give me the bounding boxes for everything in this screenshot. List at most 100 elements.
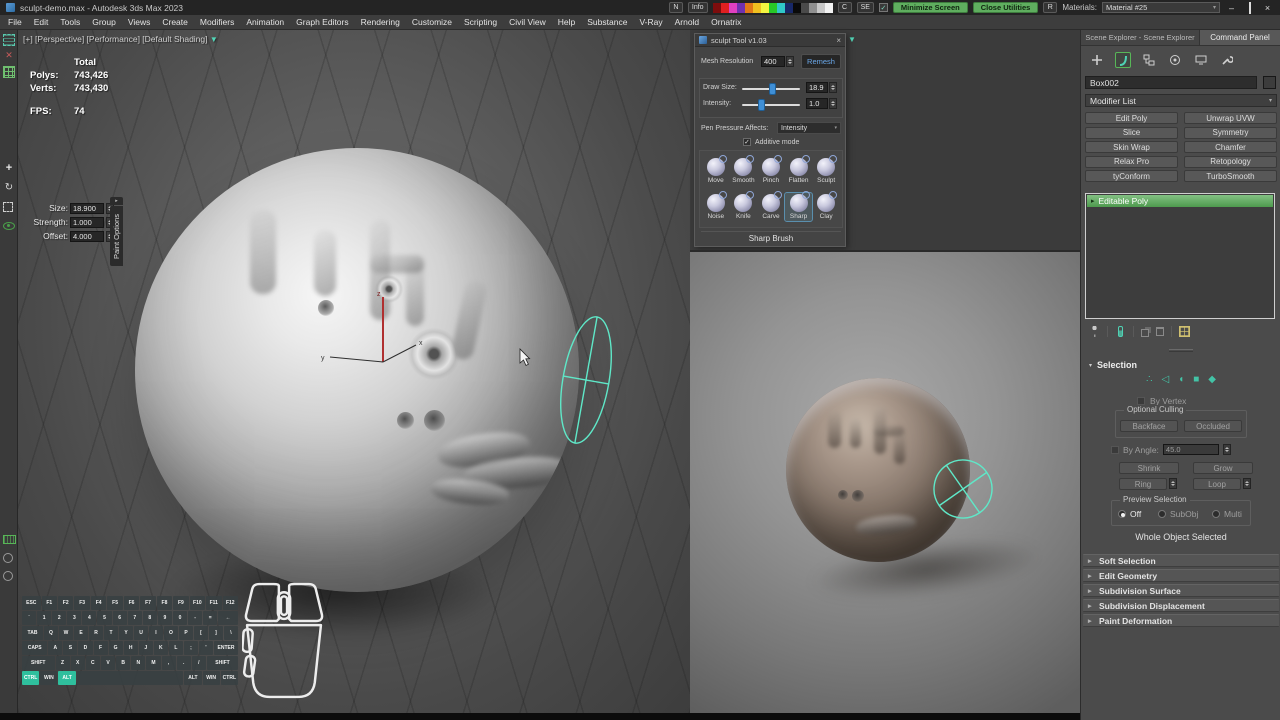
create-tab-icon[interactable]	[1089, 52, 1105, 68]
menu-views[interactable]: Views	[122, 17, 157, 27]
grow-button[interactable]: Grow	[1193, 462, 1253, 474]
palette-color[interactable]	[777, 3, 785, 13]
menu-graph-editors[interactable]: Graph Editors	[290, 17, 354, 27]
menu-create[interactable]: Create	[156, 17, 194, 27]
close-utilities-button[interactable]: Close Utilities	[973, 2, 1039, 13]
rollout-paint-deformation[interactable]: Paint Deformation	[1083, 614, 1279, 627]
panel-resize-grip[interactable]	[1169, 349, 1193, 352]
modifier-button-symmetry[interactable]: Symmetry	[1184, 127, 1277, 139]
menu-civil-view[interactable]: Civil View	[503, 17, 552, 27]
materials-dropdown[interactable]: Material #25 ▾	[1102, 2, 1220, 13]
record-icon[interactable]	[3, 553, 13, 563]
show-end-result-icon[interactable]	[1118, 326, 1123, 337]
remesh-button[interactable]: Remesh	[801, 54, 841, 69]
brush-sharp-button[interactable]: Sharp	[785, 193, 812, 221]
se-button[interactable]: SE	[857, 2, 874, 13]
r-button[interactable]: R	[1043, 2, 1057, 13]
palette-color[interactable]	[793, 3, 801, 13]
border-mode-icon[interactable]: ◖	[1178, 374, 1184, 385]
replay-icon[interactable]	[3, 571, 13, 581]
palette-color[interactable]	[769, 3, 777, 13]
draw-size-slider-handle[interactable]	[769, 83, 776, 95]
loop-button[interactable]: Loop	[1193, 478, 1241, 490]
preview-subobj-radio[interactable]	[1158, 510, 1166, 518]
selection-rollout-header[interactable]: ▾ Selection	[1089, 360, 1137, 370]
palette-color[interactable]	[745, 3, 753, 13]
palette-color[interactable]	[801, 3, 809, 13]
modifier-list-dropdown[interactable]: Modifier List ▾	[1085, 94, 1277, 107]
viewport-label[interactable]: [+] [Perspective] [Performance] [Default…	[23, 34, 218, 44]
strength-field[interactable]: 1.000	[70, 217, 104, 228]
menu-rendering[interactable]: Rendering	[355, 17, 406, 27]
menu-ornatrix[interactable]: Ornatrix	[705, 17, 747, 27]
palette-color[interactable]	[761, 3, 769, 13]
modifier-button-chamfer[interactable]: Chamfer	[1184, 141, 1277, 153]
menu-v-ray[interactable]: V-Ray	[633, 17, 668, 27]
grid-toggle-icon[interactable]	[3, 66, 15, 78]
configure-modifier-sets-icon[interactable]	[1179, 326, 1190, 337]
menu-scripting[interactable]: Scripting	[458, 17, 503, 27]
additive-mode-checkbox[interactable]: ✓	[743, 138, 751, 146]
display-tab-icon[interactable]	[1193, 52, 1209, 68]
by-vertex-checkbox[interactable]	[1137, 397, 1145, 405]
visibility-eye-icon[interactable]	[3, 222, 15, 230]
rollout-edit-geometry[interactable]: Edit Geometry	[1083, 569, 1279, 582]
menu-customize[interactable]: Customize	[406, 17, 458, 27]
maximize-window-icon[interactable]	[1243, 3, 1256, 13]
paint-options-collapse-icon[interactable]: ▸	[110, 197, 123, 205]
menu-tools[interactable]: Tools	[54, 17, 86, 27]
modifier-button-turbosmooth[interactable]: TurboSmooth	[1184, 170, 1277, 182]
palette-color[interactable]	[729, 3, 737, 13]
minimize-screen-button[interactable]: Minimize Screen	[893, 2, 968, 13]
modify-tab-icon[interactable]	[1115, 52, 1131, 68]
brush-noise-button[interactable]: Noise	[702, 193, 729, 221]
palette-color[interactable]	[721, 3, 729, 13]
by-angle-spinner[interactable]	[1223, 444, 1231, 455]
brush-knife-button[interactable]: Knife	[730, 193, 757, 221]
filter-icon[interactable]: ▼	[848, 35, 856, 44]
occluded-button[interactable]: Occluded	[1184, 420, 1242, 432]
size-field[interactable]: 18.900	[70, 203, 104, 214]
element-mode-icon[interactable]: ◆	[1208, 374, 1216, 385]
pin-stack-icon[interactable]	[1089, 326, 1100, 337]
mesh-resolution-field[interactable]: 400	[761, 56, 785, 67]
brush-pinch-button[interactable]: Pinch	[757, 157, 784, 185]
backface-button[interactable]: Backface	[1120, 420, 1178, 432]
edge-mode-icon[interactable]: ◁	[1161, 374, 1169, 385]
by-angle-checkbox[interactable]	[1111, 446, 1119, 454]
palette-color[interactable]	[713, 3, 721, 13]
c-button[interactable]: C	[838, 2, 852, 13]
intensity-slider[interactable]	[742, 104, 800, 106]
draw-size-field[interactable]: 18.9	[806, 82, 828, 93]
move-tool-icon[interactable]: +	[3, 162, 15, 174]
intensity-field[interactable]: 1.0	[806, 98, 828, 109]
palette-color[interactable]	[785, 3, 793, 13]
info-button[interactable]: Info	[688, 2, 708, 13]
modifier-button-unwrap-uvw[interactable]: Unwrap UVW	[1184, 112, 1277, 124]
loop-spinner[interactable]	[1243, 478, 1251, 489]
brush-clay-button[interactable]: Clay	[813, 193, 840, 221]
close-window-icon[interactable]: ×	[1261, 3, 1274, 13]
palette-color[interactable]	[753, 3, 761, 13]
pattern-select-icon[interactable]	[3, 34, 15, 46]
keyboard-overlay-icon[interactable]	[3, 535, 16, 544]
overlay-checkbox[interactable]: ✓	[879, 3, 888, 12]
minimize-window-icon[interactable]: –	[1225, 3, 1238, 13]
sculpted-sphere[interactable]	[135, 148, 579, 592]
utilities-tab-icon[interactable]	[1219, 52, 1235, 68]
vertex-mode-icon[interactable]: ∴	[1146, 374, 1152, 385]
menu-substance[interactable]: Substance	[581, 17, 633, 27]
menu-modifiers[interactable]: Modifiers	[194, 17, 240, 27]
remove-modifier-icon[interactable]	[1156, 327, 1164, 336]
hierarchy-tab-icon[interactable]	[1141, 52, 1157, 68]
tab-command-panel[interactable]: Command Panel	[1199, 30, 1280, 45]
shrink-button[interactable]: Shrink	[1119, 462, 1179, 474]
brush-carve-button[interactable]: Carve	[757, 193, 784, 221]
modifier-button-tyconform[interactable]: tyConform	[1085, 170, 1178, 182]
palette-color[interactable]	[737, 3, 745, 13]
brush-move-button[interactable]: Move	[702, 157, 729, 185]
draw-size-slider[interactable]	[742, 88, 800, 90]
intensity-spinner[interactable]	[829, 98, 837, 109]
menu-animation[interactable]: Animation	[240, 17, 290, 27]
ring-spinner[interactable]	[1169, 478, 1177, 489]
